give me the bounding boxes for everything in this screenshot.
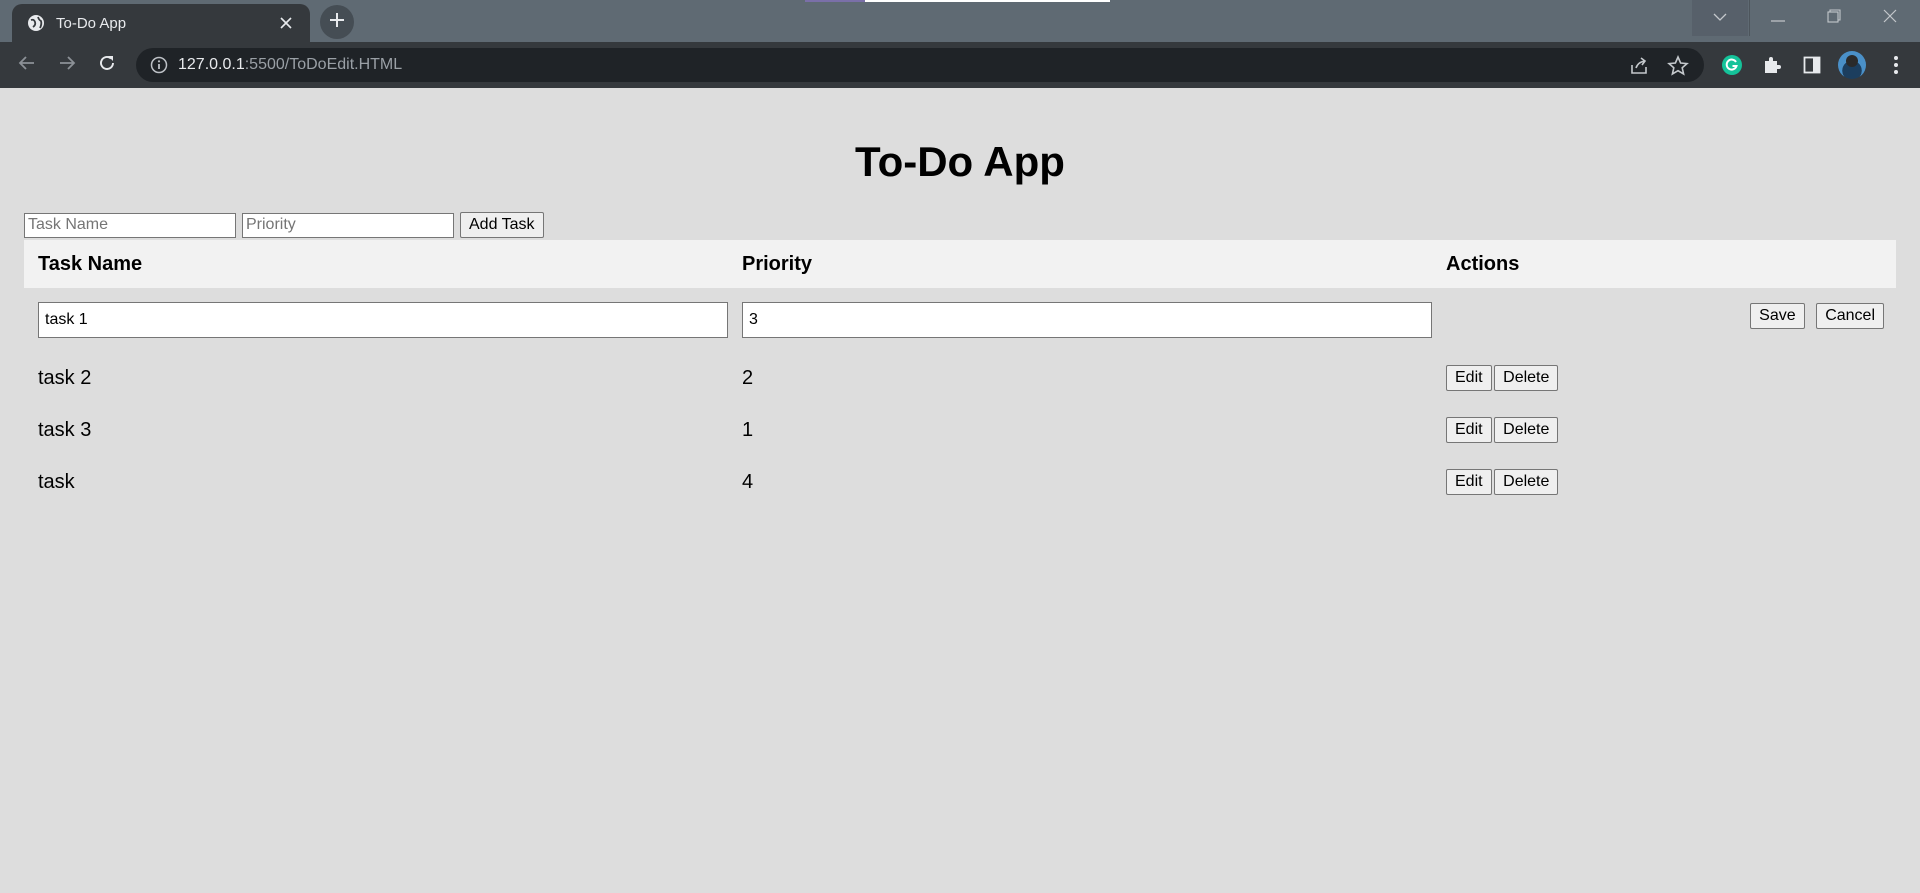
reload-button[interactable] bbox=[91, 49, 123, 81]
plus-icon bbox=[329, 12, 345, 33]
address-bar[interactable]: 127.0.0.1:5500/ToDoEdit.HTML bbox=[136, 48, 1704, 82]
minimize-button[interactable] bbox=[1750, 0, 1806, 36]
url-text[interactable]: 127.0.0.1:5500/ToDoEdit.HTML bbox=[178, 56, 402, 74]
cancel-button[interactable]: Cancel bbox=[1816, 303, 1884, 329]
priority-cell: 1 bbox=[742, 418, 754, 441]
delete-button[interactable]: Delete bbox=[1494, 469, 1559, 495]
page-content: To-Do App Add Task Task Name Priority Ac… bbox=[0, 88, 1920, 893]
browser-tab[interactable]: To-Do App bbox=[12, 4, 310, 42]
browser-toolbar: 127.0.0.1:5500/ToDoEdit.HTML bbox=[0, 42, 1920, 88]
table-row: task 2 2 Edit Delete bbox=[24, 352, 1896, 404]
browser-titlebar: To-Do App bbox=[0, 0, 1920, 42]
priority-input[interactable] bbox=[242, 212, 454, 238]
minimize-icon bbox=[1771, 9, 1785, 27]
header-priority: Priority bbox=[742, 252, 813, 275]
new-tab-button[interactable] bbox=[320, 5, 354, 39]
task-name-input[interactable] bbox=[24, 212, 236, 238]
add-task-form: Add Task bbox=[24, 212, 544, 238]
edit-button[interactable]: Edit bbox=[1446, 365, 1492, 391]
url-path: :5500/ToDoEdit.HTML bbox=[244, 56, 403, 73]
header-actions: Actions bbox=[1446, 252, 1520, 275]
kebab-menu-icon[interactable] bbox=[1884, 53, 1908, 77]
grammarly-icon[interactable] bbox=[1720, 53, 1744, 77]
save-button[interactable]: Save bbox=[1750, 303, 1805, 329]
star-icon[interactable] bbox=[1667, 54, 1689, 77]
globe-icon bbox=[26, 13, 46, 33]
task-name-cell: task 3 bbox=[38, 418, 92, 441]
tasks-table: Task Name Priority Actions Save Cancel t… bbox=[24, 240, 1896, 508]
titlebar-highlight-accent bbox=[805, 0, 865, 2]
tab-search-button[interactable] bbox=[1692, 0, 1748, 36]
add-task-button[interactable]: Add Task bbox=[460, 212, 544, 238]
close-icon[interactable] bbox=[276, 13, 296, 33]
priority-cell: 2 bbox=[742, 366, 754, 389]
edit-button[interactable]: Edit bbox=[1446, 417, 1492, 443]
task-name-cell: task 2 bbox=[38, 366, 92, 389]
restore-icon bbox=[1827, 8, 1841, 28]
info-icon[interactable] bbox=[150, 56, 168, 74]
arrow-left-icon bbox=[18, 54, 36, 77]
puzzle-icon[interactable] bbox=[1760, 53, 1784, 77]
edit-task-name-input[interactable] bbox=[38, 302, 728, 338]
table-row: task 3 1 Edit Delete bbox=[24, 404, 1896, 456]
delete-button[interactable]: Delete bbox=[1494, 365, 1559, 391]
page-title: To-Do App bbox=[855, 138, 1065, 185]
url-host: 127.0.0.1 bbox=[178, 56, 245, 73]
back-button[interactable] bbox=[11, 49, 43, 81]
chevron-down-icon bbox=[1713, 9, 1727, 27]
forward-button[interactable] bbox=[51, 49, 83, 81]
header-task-name: Task Name bbox=[38, 252, 143, 275]
side-panel-icon[interactable] bbox=[1800, 53, 1824, 77]
arrow-right-icon bbox=[58, 54, 76, 77]
table-row: task 4 Edit Delete bbox=[24, 456, 1896, 508]
edit-button[interactable]: Edit bbox=[1446, 469, 1492, 495]
close-icon bbox=[1883, 9, 1897, 28]
reload-icon bbox=[98, 54, 116, 77]
window-close-button[interactable] bbox=[1862, 0, 1918, 36]
task-name-cell: task bbox=[38, 470, 75, 493]
table-row-editing: Save Cancel bbox=[24, 288, 1896, 352]
priority-cell: 4 bbox=[742, 470, 754, 493]
tab-title: To-Do App bbox=[56, 14, 127, 32]
delete-button[interactable]: Delete bbox=[1494, 417, 1559, 443]
restore-button[interactable] bbox=[1806, 0, 1862, 36]
edit-priority-input[interactable] bbox=[742, 302, 1432, 338]
avatar[interactable] bbox=[1838, 51, 1866, 79]
share-icon[interactable] bbox=[1628, 55, 1650, 77]
table-header-row: Task Name Priority Actions bbox=[24, 240, 1896, 288]
